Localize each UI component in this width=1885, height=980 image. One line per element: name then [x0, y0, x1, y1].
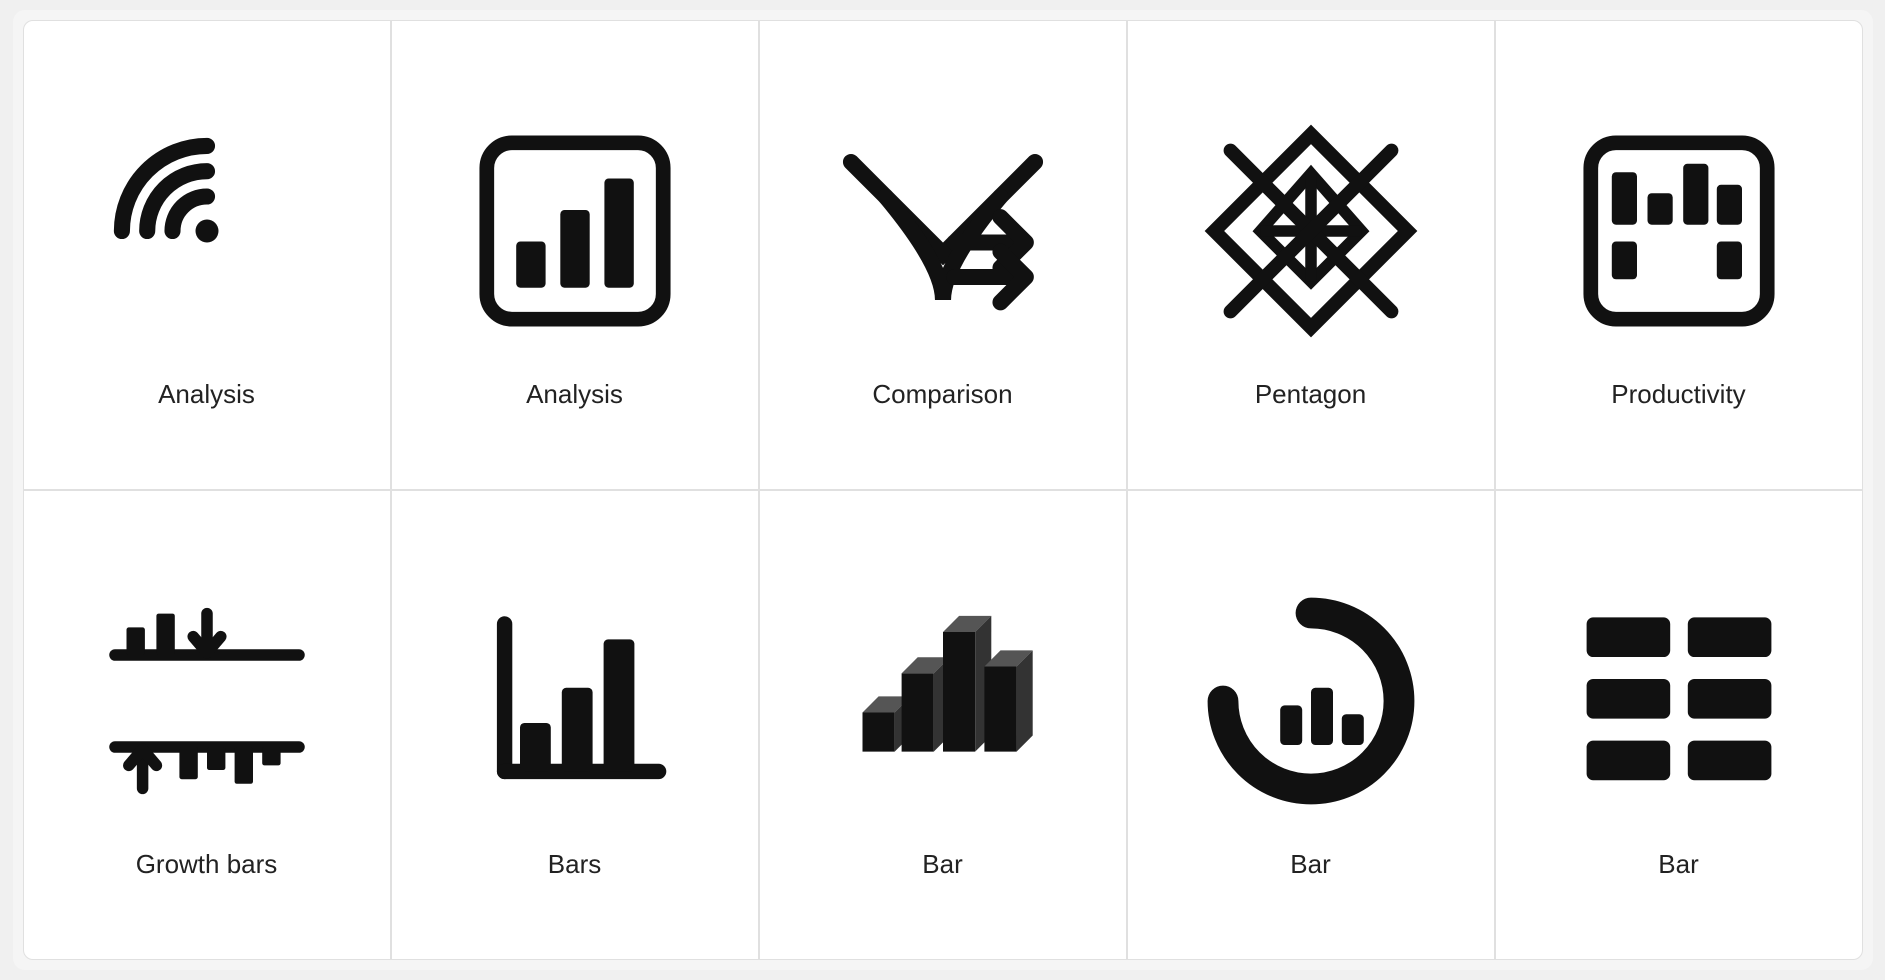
icon-pentagon	[1181, 101, 1441, 361]
icon-bar-list	[1549, 571, 1809, 831]
icon-label-pentagon: Pentagon	[1255, 379, 1366, 410]
icon-label-analysis-2: Analysis	[526, 379, 623, 410]
icon-analysis-bar	[445, 101, 705, 361]
icon-label-bar-donut: Bar	[1290, 849, 1330, 880]
icon-grid: Analysis Analysis	[13, 10, 1873, 970]
icon-growth-bars	[77, 571, 337, 831]
icon-cell-growth-bars[interactable]: Growth bars	[23, 490, 391, 960]
icon-productivity	[1549, 101, 1809, 361]
icon-cell-bar-3d[interactable]: Bar	[759, 490, 1127, 960]
icon-cell-analysis-2[interactable]: Analysis	[391, 20, 759, 490]
icon-label-analysis-1: Analysis	[158, 379, 255, 410]
icon-label-productivity: Productivity	[1611, 379, 1745, 410]
icon-bar-donut	[1181, 571, 1441, 831]
icon-cell-bar-list[interactable]: Bar	[1495, 490, 1863, 960]
icon-analysis-radial	[77, 101, 337, 361]
icon-cell-bar-donut[interactable]: Bar	[1127, 490, 1495, 960]
icon-bar-3d	[813, 571, 1073, 831]
icon-comparison	[813, 101, 1073, 361]
icon-label-comparison: Comparison	[872, 379, 1012, 410]
icon-cell-comparison[interactable]: Comparison	[759, 20, 1127, 490]
icon-cell-pentagon[interactable]: Pentagon	[1127, 20, 1495, 490]
icon-cell-bars[interactable]: Bars	[391, 490, 759, 960]
icon-label-bars: Bars	[548, 849, 601, 880]
icon-label-bar-list: Bar	[1658, 849, 1698, 880]
icon-bars	[445, 571, 705, 831]
icon-label-growth-bars: Growth bars	[136, 849, 278, 880]
icon-cell-analysis-1[interactable]: Analysis	[23, 20, 391, 490]
icon-cell-productivity[interactable]: Productivity	[1495, 20, 1863, 490]
icon-label-bar-3d: Bar	[922, 849, 962, 880]
